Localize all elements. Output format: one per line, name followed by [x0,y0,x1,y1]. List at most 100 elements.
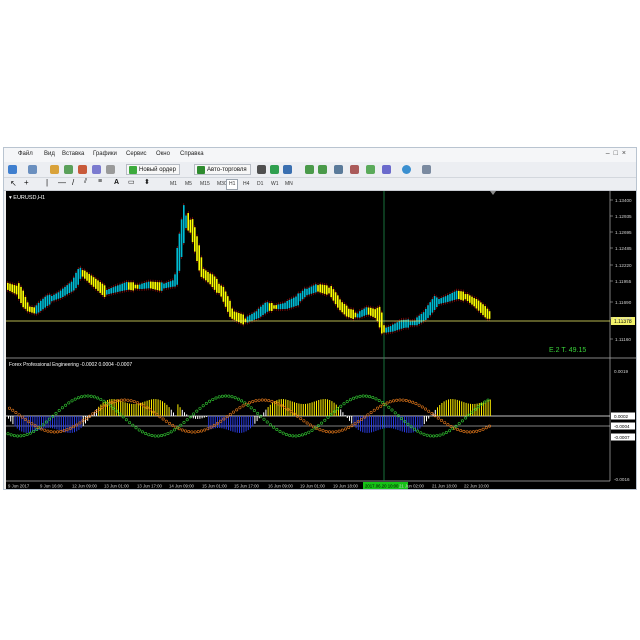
histogram-bar [441,402,443,416]
histogram-bar [307,403,309,416]
histogram-bar [102,402,104,416]
candle-body [158,282,161,291]
timeframe-h1[interactable]: H1 [226,179,239,190]
autotrading-button[interactable]: Авто-торговля [194,164,251,175]
histogram-bar [148,399,150,416]
timeframe-mn[interactable]: MN [282,179,296,190]
candle-body [394,323,396,331]
window-controls[interactable]: –□× [606,150,630,157]
histogram-bar [298,403,300,416]
histogram-bar [173,412,174,416]
timeframe-m5[interactable]: M5 [182,179,195,190]
horizontal-line-icon[interactable]: — [58,178,66,187]
candle-body [438,299,440,305]
menu-charts[interactable]: Графики [93,151,117,157]
histogram-bar [384,416,386,429]
menu-tools[interactable]: Сервис [126,151,147,157]
market-watch-icon[interactable] [50,165,59,174]
histogram-bar [465,402,467,416]
candle-body [11,284,13,293]
time-tick-label: 12 Jun 09:00 [72,484,97,489]
new-chart-icon[interactable] [8,165,17,174]
histogram-bar [489,399,491,416]
histogram-bar [177,404,179,416]
autoscroll-icon[interactable] [350,165,359,174]
candle-body [387,326,390,333]
histogram-bar [122,401,124,416]
price-chart[interactable]: 1.11378 ▾ EURUSD,H1 E.2 T. 49.15 1.13400… [6,191,636,489]
text-label-icon[interactable]: A [114,179,119,186]
tester-icon[interactable] [106,165,115,174]
candle-body [77,269,79,285]
arrows-icon[interactable]: ⬍ [144,178,150,186]
candle-body [75,272,77,289]
candle-body [279,303,282,310]
candle-body [411,321,414,326]
chart-window[interactable]: 1.11378 ▾ EURUSD,H1 E.2 T. 49.15 1.13400… [6,191,636,489]
candle-body [174,274,176,287]
crosshair-icon[interactable]: + [24,178,29,187]
timeframe-h4[interactable]: H4 [240,179,252,190]
histogram-bar [309,403,311,416]
menu-insert[interactable]: Вставка [62,151,84,157]
templates-icon[interactable] [422,165,431,174]
indicators-icon[interactable] [382,165,391,174]
candle-body [169,281,172,288]
candle-body [299,293,302,302]
candle-body [251,313,253,321]
candle-body [464,294,467,300]
vertical-line-icon[interactable]: | [46,178,48,187]
new-order-button[interactable]: Новый ордер [126,164,180,175]
candle-body [7,282,9,290]
trendline-icon[interactable]: / [72,178,74,187]
candle-body [308,287,310,295]
histogram-bar [322,399,324,416]
histogram-bar [195,416,196,419]
histogram-bar [181,409,183,416]
line-chart-icon[interactable] [283,165,292,174]
indicator-label: Forex Professional Engineering -0.0002 0… [9,362,132,368]
candle-body [352,309,354,319]
candle-body [13,285,16,294]
profiles-icon[interactable] [28,165,37,174]
timeframe-d1[interactable]: D1 [254,179,266,190]
text-label-tool-icon[interactable]: ▭ [128,178,135,186]
menu-help[interactable]: Справка [180,151,204,157]
terminal-icon[interactable] [92,165,101,174]
histogram-bar [100,404,102,416]
candle-body [242,314,244,325]
fibonacci-icon[interactable]: ≡ [98,178,102,185]
candle-body [425,308,427,320]
histogram-bar [390,416,392,429]
histogram-bar [410,416,412,433]
menu-view[interactable]: Вид [44,151,55,157]
candle-body [433,296,436,310]
equidistant-channel-icon[interactable]: ⫽ [84,178,87,186]
data-window-icon[interactable] [64,165,73,174]
menu-window[interactable]: Окно [156,151,170,157]
timeframe-w1[interactable]: W1 [268,179,282,190]
menu-file[interactable]: Файл [18,151,33,157]
chart-shift-icon[interactable] [366,165,375,174]
histogram-bar [243,416,245,433]
histogram-bar [423,416,425,425]
candle-body [180,219,183,257]
candle-body [106,289,108,295]
time-tick-label: 15 Jun 01:00 [202,484,227,489]
tile-windows-icon[interactable] [334,165,343,174]
candle-body [455,290,458,300]
timeframe-m1[interactable]: M1 [167,179,180,190]
zoom-in-icon[interactable] [305,165,314,174]
cursor-icon[interactable]: ↖ [10,179,17,188]
periods-icon[interactable] [402,165,411,174]
navigator-icon[interactable] [78,165,87,174]
zoom-out-icon[interactable] [318,165,327,174]
candle-body [484,306,486,318]
candlestick-icon[interactable] [270,165,279,174]
histogram-bar [459,400,460,416]
bar-chart-icon[interactable] [257,165,266,174]
histogram-bar [379,416,381,430]
timeframe-m15[interactable]: M15 [197,179,213,190]
candle-body [334,292,337,305]
candle-body [354,312,357,318]
